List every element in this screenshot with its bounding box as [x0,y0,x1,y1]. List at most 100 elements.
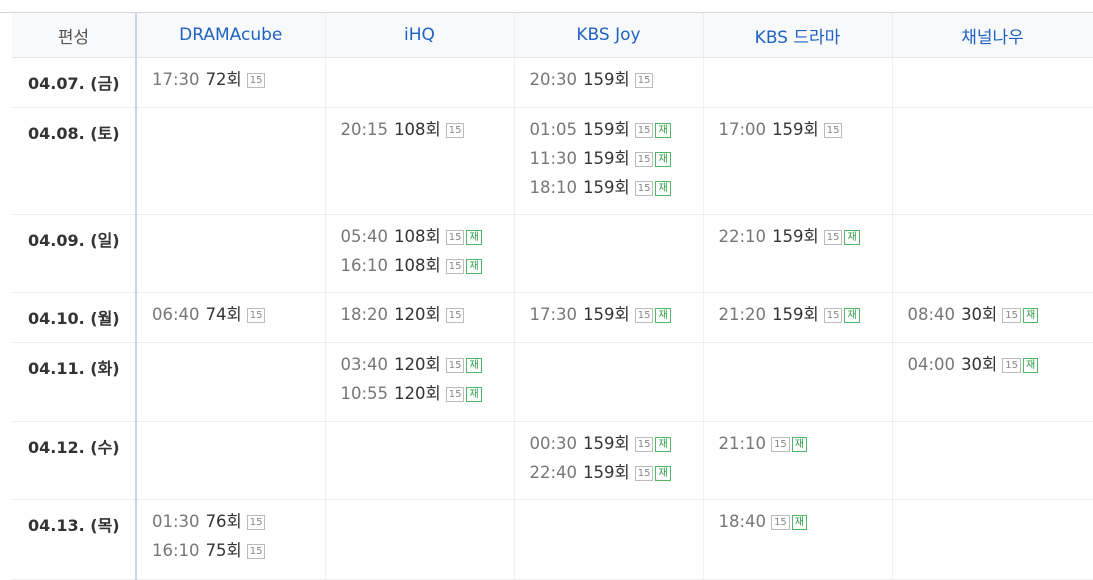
slot-cell-kbs-drama: 18:40 15 재 [702,499,892,580]
episode-number: 159회 [583,434,630,453]
episode-number: 120회 [394,305,441,324]
schedule-entry[interactable]: 00:30 159회 15 재 [530,433,703,462]
schedule-entry[interactable]: 20:15 108회 15 [341,119,514,148]
slot-cell-kbs-joy: 20:30 159회 15 [513,57,703,108]
slot-cell-channel-now [891,214,1093,293]
schedule-entry[interactable]: 16:10 108회 15 재 [341,255,514,284]
schedule-entry[interactable]: 04:00 30회 15 재 [908,354,1093,383]
slot-cell-kbs-joy [513,214,703,293]
rerun-badge: 재 [655,437,671,452]
age-rating-badge: 15 [445,358,465,373]
slot-cell-dramacube: 06:40 74회 15 [135,292,325,343]
schedule-entry[interactable]: 21:10 15 재 [719,433,892,462]
air-time: 10:55 [340,384,389,403]
age-rating-badge: 15 [634,181,654,196]
schedule-entry[interactable]: 06:40 74회 15 [152,304,325,333]
slot-cell-dramacube [135,342,325,422]
schedule-entry[interactable]: 18:40 15 재 [719,511,892,540]
schedule-entry[interactable]: 16:10 75회 15 [152,540,325,569]
age-rating-badge: 15 [634,308,654,323]
schedule-entry[interactable]: 10:55 120회 15 재 [341,383,514,412]
schedule-row: 04.11. (화) 03:40 120회 15 재 10:55 120회 15 재 04:00 3… [12,342,1093,422]
rerun-badge: 재 [466,358,482,373]
date-cell: 04.11. (화) [12,342,137,422]
air-time: 22:10 [718,227,767,246]
air-time: 18:40 [718,512,767,531]
slot-cell-kbs-drama: 21:20 159회 15 재 [702,292,892,343]
age-rating-badge: 15 [634,437,654,452]
schedule-entry[interactable]: 17:30 159회 15 재 [530,304,703,333]
episode-number: 108회 [394,227,441,246]
slot-cell-kbs-drama [702,57,892,108]
slot-cell-kbs-joy: 00:30 159회 15 재 22:40 159회 15 재 [513,421,703,500]
schedule-entry[interactable]: 21:20 159회 15 재 [719,304,892,333]
age-rating-badge: 15 [1002,358,1021,373]
age-rating-badge: 15 [823,123,843,138]
schedule-entry[interactable]: 01:30 76회 15 [152,511,325,540]
episode-number: 159회 [583,463,630,482]
episode-number: 74회 [205,305,242,324]
schedule-entry[interactable]: 17:30 72회 15 [152,69,325,98]
episode-number: 120회 [394,384,441,403]
schedule-entry[interactable]: 01:05 159회 15 재 [530,119,703,148]
channel-header-kbs-drama[interactable]: KBS 드라마 [702,13,892,58]
schedule-entry[interactable]: 08:40 30회 15 재 [908,304,1093,333]
air-time: 20:30 [529,70,578,89]
schedule-entry[interactable]: 18:20 120회 15 [341,304,514,333]
episode-number: 159회 [583,120,630,139]
age-rating-badge: 15 [771,515,790,530]
age-rating-badge: 15 [445,230,465,245]
schedule-entry[interactable]: 22:40 159회 15 재 [530,462,703,491]
rerun-badge: 재 [844,308,860,323]
schedule-entry[interactable]: 20:30 159회 15 [530,69,703,98]
age-rating-badge: 15 [823,230,843,245]
channel-header-dramacube[interactable]: DRAMAcube [135,13,325,58]
slot-cell-kbs-drama: 17:00 159회 15 [702,107,892,215]
air-time: 16:10 [340,256,389,275]
slot-cell-ihq: 18:20 120회 15 [324,292,514,343]
slot-cell-channel-now [891,107,1093,215]
air-time: 18:20 [340,305,389,324]
air-time: 01:05 [529,120,578,139]
schedule-entry[interactable]: 22:10 159회 15 재 [719,226,892,255]
rerun-badge: 재 [655,181,671,196]
air-time: 22:40 [529,463,578,482]
schedule-entry[interactable]: 11:30 159회 15 재 [530,148,703,177]
episode-number: 30회 [961,305,998,324]
air-time: 11:30 [529,149,578,168]
episode-number: 108회 [394,120,441,139]
rerun-badge: 재 [791,437,807,452]
air-time: 01:30 [152,512,200,531]
channel-header-kbs-joy[interactable]: KBS Joy [513,13,703,58]
schedule-row: 04.10. (월) 06:40 74회 15 18:20 120회 15 17:30 159회… [12,292,1093,343]
slot-cell-channel-now [891,499,1093,580]
schedule-entry[interactable]: 17:00 159회 15 [719,119,892,148]
schedule-entry[interactable]: 03:40 120회 15 재 [341,354,514,383]
rerun-badge: 재 [1022,308,1039,323]
channel-header-ihq[interactable]: iHQ [324,13,514,58]
episode-number: 76회 [205,512,242,531]
rerun-badge: 재 [655,308,671,323]
air-time: 00:30 [529,434,578,453]
date-cell: 04.07. (금) [12,57,137,108]
channel-header-channel-now[interactable]: 채널나우 [891,13,1093,58]
air-time: 16:10 [152,541,200,560]
schedule-entry[interactable]: 18:10 159회 15 재 [530,177,703,206]
air-time: 18:10 [529,178,578,197]
date-cell: 04.09. (일) [12,214,137,293]
slot-cell-kbs-drama [702,342,892,422]
rerun-badge: 재 [844,230,860,245]
episode-number: 120회 [394,355,441,374]
slot-cell-ihq [324,499,514,580]
episode-number: 159회 [583,70,630,89]
age-rating-badge: 15 [634,73,654,88]
slot-cell-dramacube: 01:30 76회 15 16:10 75회 15 [135,499,325,580]
schedule-row: 04.09. (일) 05:40 108회 15 재 16:10 108회 15 재 22:10 1… [12,214,1093,293]
header-schedule-label: 편성 [12,13,137,58]
air-time: 03:40 [340,355,389,374]
schedule-entry[interactable]: 05:40 108회 15 재 [341,226,514,255]
age-rating-badge: 15 [246,544,266,559]
episode-number: 108회 [394,256,441,275]
episode-number: 159회 [583,178,630,197]
slot-cell-dramacube: 17:30 72회 15 [135,57,325,108]
